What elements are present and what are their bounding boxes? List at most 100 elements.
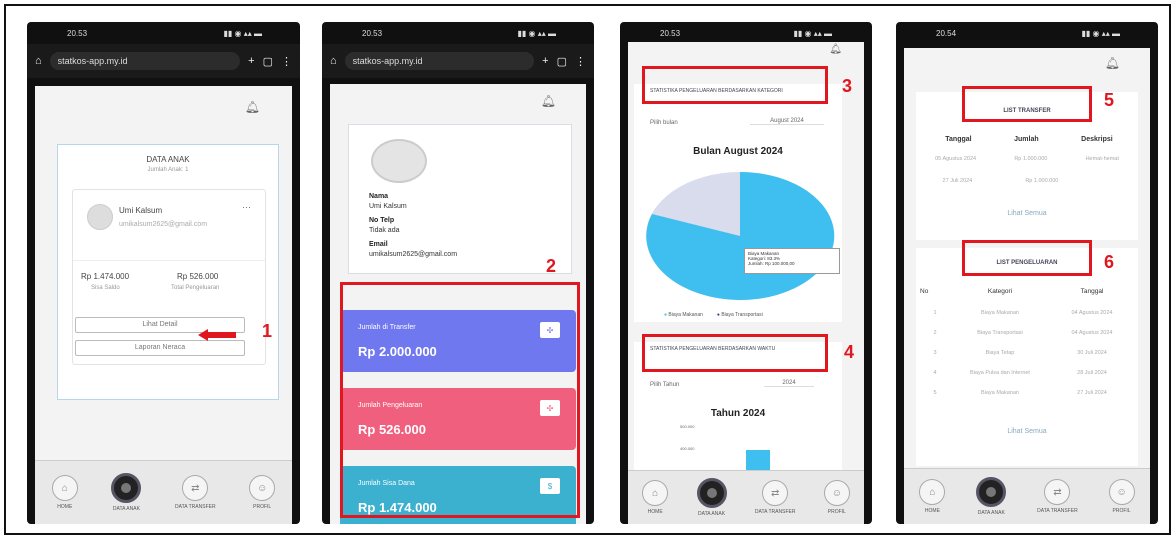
nav-data-anak[interactable]: DATA ANAK — [976, 477, 1007, 516]
home-icon[interactable]: ⌂ — [330, 55, 337, 67]
bottom-nav: ⌂ HOME DATA ANAK ⇄ DATA TRANSFER ☺ PROFIL — [904, 468, 1150, 524]
status-icons: ▮▮ ◉ ▴▴ ▬ — [223, 28, 262, 38]
nav-profil[interactable]: ☺ PROFIL — [823, 480, 850, 515]
browser-url-bar[interactable]: ⌂ statkos-app.my.id + ▢ ⋮ — [27, 44, 300, 78]
bell-icon[interactable]: 🔔︎ — [829, 44, 842, 55]
more-options-icon[interactable]: ··· — [242, 202, 251, 212]
tahun-select[interactable]: 2024 — [764, 380, 814, 387]
profile-icon: ☺ — [249, 475, 276, 501]
user-icon — [111, 473, 142, 503]
home-icon: ⌂ — [51, 475, 78, 501]
nav-home[interactable]: ⌂ HOME — [642, 480, 669, 515]
status-bar: 20.53 ▮▮ ◉ ▴▴ ▬ — [27, 22, 300, 44]
telp-label: No Telp — [369, 217, 395, 224]
pie-tooltip: Biaya Makanan Kategori: 83.3% Jumlah: Rp… — [744, 248, 840, 274]
table-row[interactable]: 3 Biaya Tetap 30 Juli 2024 — [920, 350, 1134, 356]
pengeluaran-value: Rp 526.000 — [177, 272, 219, 281]
nav-profil[interactable]: ☺ PROFIL — [1108, 479, 1135, 514]
tooltip-jumlah: Jumlah: Rp 100.000,00 — [748, 261, 795, 266]
user-icon — [976, 477, 1007, 507]
nav-data-transfer[interactable]: ⇄ DATA TRANSFER — [1037, 479, 1078, 514]
url-field[interactable]: statkos-app.my.id — [49, 52, 241, 70]
highlight-box-4 — [642, 334, 828, 372]
bar-chart-title: Tahun 2024 — [710, 408, 766, 419]
status-icons: ▮▮ ◉ ▴▴ ▬ — [1081, 28, 1120, 38]
pengeluaran-header: No Kategori Tanggal — [920, 288, 1104, 295]
transfer-icon: ⇄ — [182, 475, 209, 501]
url-field[interactable]: statkos-app.my.id — [344, 52, 535, 70]
nav-data-anak[interactable]: DATA ANAK — [696, 478, 727, 517]
lihat-semua-link[interactable]: Lihat Semua — [916, 210, 1138, 217]
app-screen: 🔔︎ DATA ANAK Jumlah Anak: 1 Umi Kalsum u… — [35, 86, 292, 524]
legend-transportasi: ● Biaya Transportasi — [716, 312, 763, 318]
y-tick-label: 500.000 — [680, 424, 695, 429]
tabs-icon[interactable]: ▢ — [557, 55, 567, 68]
laporan-neraca-button[interactable]: Laporan Neraca — [75, 340, 245, 356]
pengeluaran-label: Total Pengeluaran — [171, 285, 220, 291]
status-bar: 20.53 ▮▮ ◉ ▴▴ ▬ — [322, 22, 594, 44]
telp-value: Tidak ada — [369, 227, 400, 234]
red-arrow-icon — [198, 328, 238, 341]
nav-data-transfer[interactable]: ⇄ DATA TRANSFER — [175, 475, 216, 510]
add-tab-icon[interactable]: + — [542, 55, 548, 67]
nav-data-anak[interactable]: DATA ANAK — [111, 473, 142, 512]
status-time: 20.53 — [362, 28, 383, 38]
child-name: Umi Kalsum — [119, 206, 163, 215]
home-icon[interactable]: ⌂ — [35, 55, 42, 67]
bell-icon[interactable]: 🔔︎ — [541, 94, 556, 108]
status-time: 20.54 — [936, 28, 957, 38]
table-row[interactable]: 27 Juli 2024 Rp 1.000.000 — [916, 178, 1138, 184]
user-icon — [696, 478, 727, 508]
avatar — [371, 139, 427, 183]
table-row[interactable]: 4 Biaya Pulsa dan Internet 28 Juli 2024 — [920, 370, 1134, 376]
menu-icon[interactable]: ⋮ — [575, 55, 586, 68]
nav-home[interactable]: ⌂ HOME — [51, 475, 78, 510]
transfer-icon: ⇄ — [1044, 479, 1071, 505]
phone-screen-1: 20.53 ▮▮ ◉ ▴▴ ▬ ⌂ statkos-app.my.id + ▢ … — [27, 22, 300, 524]
divider — [73, 260, 265, 261]
profile-icon: ☺ — [823, 480, 850, 506]
marker-2: 2 — [546, 256, 557, 276]
data-anak-card: DATA ANAK Jumlah Anak: 1 Umi Kalsum umik… — [57, 144, 279, 400]
add-tab-icon[interactable]: + — [248, 55, 254, 67]
marker-6: 6 — [1104, 252, 1115, 272]
bulan-select[interactable]: August 2024 — [750, 118, 824, 125]
bottom-nav: ⌂ HOME DATA ANAK ⇄ DATA TRANSFER ☺ PROFIL — [35, 460, 292, 524]
tabs-icon[interactable]: ▢ — [263, 55, 273, 68]
table-row[interactable]: 2 Biaya Transportasi 04 Agustus 2024 — [920, 330, 1134, 336]
highlight-box-5 — [962, 86, 1092, 122]
saldo-value: Rp 1.474.000 — [81, 272, 130, 281]
profile-card: Nama Umi Kalsum No Telp Tidak ada Email … — [348, 124, 572, 274]
marker-4: 4 — [844, 342, 855, 362]
table-row[interactable]: 1 Biaya Makanan 04 Agustus 2024 — [920, 310, 1134, 316]
home-icon: ⌂ — [642, 480, 669, 506]
marker-3: 3 — [842, 76, 853, 96]
app-screen: 🔔︎ STATISTIKA PENGELUARAN BERDASARKAN KA… — [628, 42, 864, 524]
email-value: umikalsum2625@gmail.com — [369, 251, 458, 258]
card-subtitle: Jumlah Anak: 1 — [147, 167, 189, 173]
lihat-semua-link[interactable]: Lihat Semua — [916, 428, 1138, 435]
nav-data-transfer[interactable]: ⇄ DATA TRANSFER — [755, 480, 795, 515]
legend-makanan: ● Biaya Makanan — [664, 312, 703, 318]
pie-chart-title: Bulan August 2024 — [693, 146, 783, 157]
bell-icon[interactable]: 🔔︎ — [245, 100, 260, 114]
bell-icon[interactable]: 🔔︎ — [1105, 56, 1120, 70]
nama-value: Umi Kalsum — [369, 203, 407, 210]
menu-icon[interactable]: ⋮ — [281, 55, 292, 68]
nav-profil[interactable]: ☺ PROFIL — [249, 475, 276, 510]
table-row[interactable]: 5 Biaya Makanan 27 Juli 2024 — [920, 390, 1134, 396]
highlight-box-3 — [642, 66, 828, 104]
pie-chart — [646, 171, 835, 300]
nav-home[interactable]: ⌂ HOME — [919, 479, 946, 514]
highlight-box-2 — [340, 282, 580, 518]
avatar — [87, 204, 113, 230]
chart-legend: ● Biaya Makanan ● Biaya Transportasi — [664, 312, 763, 318]
browser-url-bar[interactable]: ⌂ statkos-app.my.id + ▢ ⋮ — [322, 44, 594, 78]
marker-1: 1 — [262, 321, 273, 341]
table-row[interactable]: 05 Agustus 2024 Rp 1.000.000 Hemat-hemat — [916, 156, 1138, 162]
status-time: 20.53 — [660, 28, 681, 38]
home-icon: ⌂ — [919, 479, 946, 505]
card-title: DATA ANAK — [146, 155, 190, 164]
status-icons: ▮▮ ◉ ▴▴ ▬ — [793, 28, 832, 38]
status-time: 20.53 — [67, 28, 88, 38]
